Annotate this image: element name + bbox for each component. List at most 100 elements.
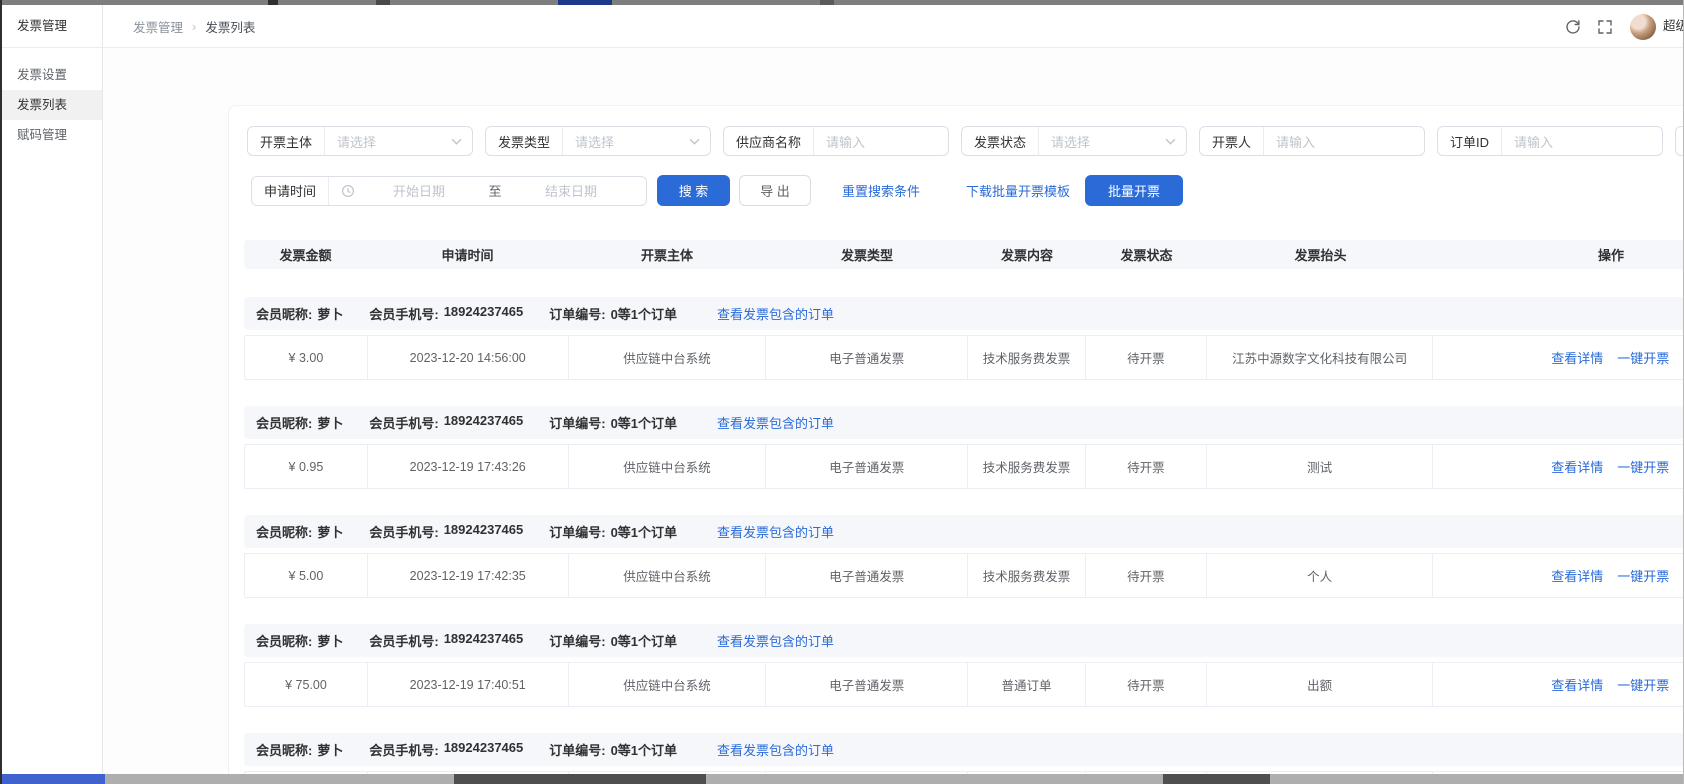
- tab-strip-segment: [376, 0, 390, 5]
- invoice-group-1: 会员昵称: 萝卜 会员手机号: 18924237465 订单编号: 0等1个订单…: [244, 406, 1684, 489]
- cell-apply-time: 2023-12-19 17:43:26: [368, 445, 569, 488]
- chevron-down-icon: [689, 138, 700, 145]
- cell-content: 技术服务费发票: [968, 554, 1086, 597]
- cell-status: 待开票: [1086, 663, 1207, 706]
- cell-amount: ¥ 5.00: [245, 554, 368, 597]
- cell-invoice-type: 电子普通发票: [766, 554, 968, 597]
- breadcrumb-parent[interactable]: 发票管理: [133, 17, 183, 36]
- filter-2-field[interactable]: 请输入: [813, 127, 948, 155]
- apply-time-field[interactable]: 开始日期 至 结束日期: [328, 177, 646, 205]
- column-header-content: 发票内容: [968, 245, 1086, 264]
- filter-4-box[interactable]: 开票人 请输入: [1199, 126, 1425, 156]
- view-detail-link[interactable]: 查看详情: [1551, 457, 1603, 476]
- one-click-invoice-link[interactable]: 一键开票: [1617, 675, 1669, 694]
- group-2-header: 会员昵称: 萝卜 会员手机号: 18924237465 订单编号: 0等1个订单…: [244, 515, 1684, 548]
- member-phone-label: 会员手机号:: [369, 631, 438, 650]
- view-included-orders-link[interactable]: 查看发票包含的订单: [717, 522, 834, 541]
- view-included-orders-link[interactable]: 查看发票包含的订单: [717, 631, 834, 650]
- sidebar-nav: 发票设置 发票列表 赋码管理: [0, 48, 102, 150]
- order-number-value: 0等1个订单: [611, 740, 677, 759]
- fullscreen-icon[interactable]: [1597, 19, 1613, 35]
- filter-1-box[interactable]: 发票类型 请选择: [485, 126, 711, 156]
- sidebar-item-1[interactable]: 发票列表: [0, 90, 102, 120]
- tab-strip-segment: [268, 0, 278, 5]
- one-click-invoice-link[interactable]: 一键开票: [1617, 566, 1669, 585]
- cell-actions: 查看详情 一键开票: [1433, 445, 1684, 488]
- apply-time-label: 申请时间: [252, 181, 328, 200]
- member-nickname-label: 会员昵称:: [256, 740, 312, 759]
- member-nickname-value: 萝卜: [317, 740, 343, 759]
- table-row: ¥ 75.00 2023-12-19 17:40:51 供应链中台系统 电子普通…: [244, 662, 1684, 707]
- one-click-invoice-link[interactable]: 一键开票: [1617, 348, 1669, 367]
- invoice-table: 发票金额 申请时间 开票主体 发票类型 发票内容 发票状态 发票抬头 操作 会员…: [244, 240, 1684, 784]
- filter-0-label: 开票主体: [248, 132, 324, 151]
- reset-search-link[interactable]: 重置搜索条件: [842, 181, 920, 200]
- cell-actions: 查看详情 一键开票: [1433, 554, 1684, 597]
- cell-amount: ¥ 3.00: [245, 336, 368, 379]
- user-name[interactable]: 超级管理员: [1663, 5, 1684, 48]
- column-header-title: 发票抬头: [1207, 245, 1434, 264]
- app-window: 发票管理 发票设置 发票列表 赋码管理 发票管理 › 发票列表 超级管理员 开票…: [0, 0, 1684, 784]
- horizontal-scrollbar-track[interactable]: [105, 774, 1684, 784]
- sidebar-item-2[interactable]: 赋码管理: [0, 120, 102, 150]
- filter-1-placeholder: 请选择: [575, 132, 689, 151]
- view-included-orders-link[interactable]: 查看发票包含的订单: [717, 413, 834, 432]
- view-included-orders-link[interactable]: 查看发票包含的订单: [717, 304, 834, 323]
- scrollbar-thumb[interactable]: [1163, 774, 1270, 784]
- member-nickname-value: 萝卜: [317, 522, 343, 541]
- member-phone-label: 会员手机号:: [369, 522, 438, 541]
- group-0-header: 会员昵称: 萝卜 会员手机号: 18924237465 订单编号: 0等1个订单…: [244, 297, 1684, 330]
- apply-time-range-picker[interactable]: 申请时间 开始日期 至 结束日期: [251, 176, 647, 206]
- cell-actions: 查看详情 一键开票: [1433, 336, 1684, 379]
- breadcrumb: 发票管理 › 发票列表: [133, 5, 255, 48]
- cell-subject: 供应链中台系统: [569, 663, 767, 706]
- cell-apply-time: 2023-12-19 17:40:51: [368, 663, 569, 706]
- filter-5-box[interactable]: 订单ID 请输入: [1437, 126, 1663, 156]
- batch-invoice-button[interactable]: 批量开票: [1085, 175, 1183, 206]
- start-date-input[interactable]: 开始日期: [365, 181, 473, 200]
- clock-icon: [341, 184, 355, 198]
- end-date-input[interactable]: 结束日期: [517, 181, 625, 200]
- filter-4-field[interactable]: 请输入: [1263, 127, 1424, 155]
- search-button[interactable]: 搜 索: [657, 175, 730, 206]
- filter-3-placeholder: 请选择: [1051, 132, 1165, 151]
- sidebar-item-0[interactable]: 发票设置: [0, 60, 102, 90]
- view-detail-link[interactable]: 查看详情: [1551, 566, 1603, 585]
- table-body: 会员昵称: 萝卜 会员手机号: 18924237465 订单编号: 0等1个订单…: [244, 297, 1684, 784]
- filter-1-field[interactable]: 请选择: [562, 127, 710, 155]
- view-detail-link[interactable]: 查看详情: [1551, 675, 1603, 694]
- filter-2-box[interactable]: 供应商名称 请输入: [723, 126, 949, 156]
- view-included-orders-link[interactable]: 查看发票包含的订单: [717, 740, 834, 759]
- breadcrumb-current: 发票列表: [205, 17, 255, 36]
- member-nickname-label: 会员昵称:: [256, 413, 312, 432]
- export-button[interactable]: 导 出: [739, 175, 811, 206]
- cell-invoice-type: 电子普通发票: [766, 336, 968, 379]
- order-number-value: 0等1个订单: [611, 631, 677, 650]
- refresh-icon[interactable]: [1565, 19, 1581, 35]
- download-batch-template-link[interactable]: 下载批量开票模板: [966, 181, 1070, 200]
- column-header-amount: 发票金额: [244, 245, 367, 264]
- filter-0-box[interactable]: 开票主体 请选择: [247, 126, 473, 156]
- view-detail-link[interactable]: 查看详情: [1551, 348, 1603, 367]
- filter-3-box[interactable]: 发票状态 请选择: [961, 126, 1187, 156]
- filter-5-field[interactable]: 请输入: [1501, 127, 1662, 155]
- order-number-label: 订单编号:: [549, 304, 605, 323]
- filter-5-label: 订单ID: [1438, 132, 1501, 151]
- one-click-invoice-link[interactable]: 一键开票: [1617, 457, 1669, 476]
- member-phone-label: 会员手机号:: [369, 740, 438, 759]
- tab-strip-active-tab[interactable]: [558, 0, 612, 5]
- sidebar: 发票管理 发票设置 发票列表 赋码管理: [0, 5, 103, 774]
- date-range-separator: 至: [473, 181, 517, 200]
- user-avatar[interactable]: [1630, 14, 1656, 40]
- filter-3-field[interactable]: 请选择: [1038, 127, 1186, 155]
- browser-tab-strip: [0, 0, 1684, 5]
- member-phone: 会员手机号: 18924237465: [369, 413, 523, 432]
- filter-0-field[interactable]: 请选择: [324, 127, 472, 155]
- member-nickname: 会员昵称: 萝卜: [256, 631, 343, 650]
- member-nickname-value: 萝卜: [317, 304, 343, 323]
- filter-2-label: 供应商名称: [724, 132, 813, 151]
- scrollbar-thumb[interactable]: [454, 774, 706, 784]
- cell-amount: ¥ 75.00: [245, 663, 368, 706]
- cell-content: 技术服务费发票: [968, 336, 1086, 379]
- column-header-invoice-type: 发票类型: [766, 245, 968, 264]
